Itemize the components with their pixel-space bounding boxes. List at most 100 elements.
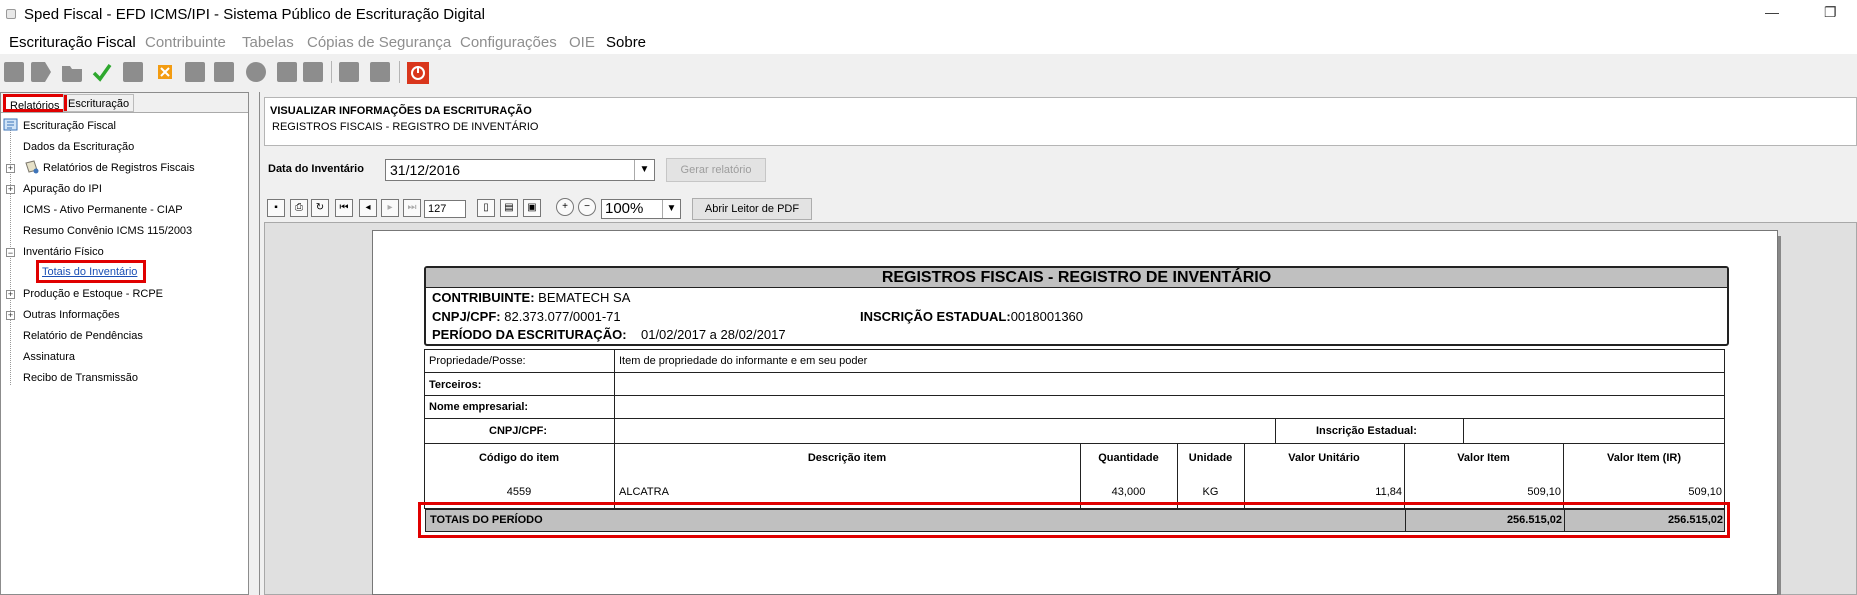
row-divider [424,372,1725,373]
col-header-valor-item-ir: Valor Item (IR) [1607,452,1681,464]
print-icon[interactable]: ⎙ [290,199,308,217]
panel-splitter[interactable] [250,92,258,595]
tree-item-relatorios-registros[interactable]: Relatórios de Registros Fiscais [43,162,195,174]
cell-valor-item: 509,10 [1527,486,1561,498]
page-number-input[interactable] [424,200,466,218]
date-select[interactable]: 31/12/2016 ▼ [385,159,655,181]
delete-icon[interactable] [155,62,175,82]
terceiros-label: Terceiros: [429,379,482,391]
collapse-icon[interactable]: − [6,248,15,258]
backup-icon[interactable] [339,62,359,82]
zoom-value: 100% [605,200,644,217]
last-page-icon[interactable]: ⏭ [403,199,421,217]
propriedade-label: Propriedade/Posse: [429,355,526,367]
exit-power-icon[interactable] [407,62,429,84]
menu-oie[interactable]: OIE [569,34,595,51]
tab-escrituracao[interactable]: Escrituração [63,94,135,112]
edit-icon[interactable] [185,62,205,82]
prev-page-icon[interactable]: ◂ [359,199,377,217]
menu-bar: Escrituração Fiscal Contribuinte Tabelas… [0,30,1857,54]
menu-sobre[interactable]: Sobre [606,34,646,51]
row-divider [424,395,1725,396]
col-divider [614,349,615,509]
restore-button[interactable]: ❐ [1824,4,1837,21]
refresh-icon[interactable]: ↻ [311,199,329,217]
chevron-down-icon[interactable]: ▼ [634,160,654,180]
import-icon[interactable] [31,62,51,82]
tree-item-apuracao-ipi[interactable]: Apuração do IPI [23,183,102,195]
save-icon[interactable]: ▪ [267,199,285,217]
cell-codigo: 4559 [506,486,532,498]
window-title: Sped Fiscal - EFD ICMS/IPI - Sistema Púb… [24,6,485,23]
ie-value: 0018001360 [1010,309,1084,324]
ie-label: INSCRIÇÃO ESTADUAL: [860,309,1011,324]
menu-configuracoes[interactable]: Configurações [460,34,557,51]
main-toolbar [0,56,1857,88]
expand-icon[interactable]: + [6,164,15,173]
transmit-icon[interactable] [277,62,297,82]
zoom-select[interactable]: 100% ▼ [601,199,681,219]
propriedade-value: Item de propriedade do informante e em s… [619,355,868,367]
tree-item-inventario[interactable]: Inventário Físico [23,246,104,258]
nome-empresarial-label: Nome empresarial: [429,401,529,413]
left-tabs: Relatórios Escrituração [1,93,248,113]
menu-escrituracao-fiscal[interactable]: Escrituração Fiscal [9,34,136,51]
cnpj-value: 82.373.077/0001-71 [504,309,621,324]
chevron-down-icon[interactable]: ▼ [662,200,680,218]
cnpj-label: CNPJ/CPF: [432,309,501,324]
fit-width-icon[interactable]: ▤ [500,199,518,217]
col-divider [1275,418,1276,443]
tree-root[interactable]: Escrituração Fiscal [23,120,116,132]
tree-item-dados[interactable]: Dados da Escrituração [23,141,134,153]
report-header: REGISTROS FISCAIS - REGISTRO DE INVENTÁR… [424,266,1729,346]
minimize-button[interactable]: — [1765,4,1779,20]
highlight-box [418,502,1730,538]
report-title: REGISTROS FISCAIS - REGISTRO DE INVENTÁR… [426,268,1727,288]
next-page-icon[interactable]: ▸ [381,199,399,217]
fit-page-icon[interactable]: ▣ [523,199,541,217]
cell-unidade: KG [1202,486,1219,498]
cell-valor-unitario: 11,84 [1375,486,1402,498]
tree-item-assinatura[interactable]: Assinatura [23,351,75,363]
cell-descricao: ALCATRA [619,486,669,498]
tree-item-totais-inventario[interactable]: Totais do Inventário [42,266,137,278]
app-icon [6,9,16,19]
tree-item-producao[interactable]: Produção e Estoque - RCPE [23,288,163,300]
tree-item-ciap[interactable]: ICMS - Ativo Permanente - CIAP [23,204,183,216]
expand-icon[interactable]: + [6,311,15,320]
toolbar-separator [331,61,332,83]
menu-contribuinte[interactable]: Contribuinte [145,34,226,51]
globe-icon[interactable] [246,62,266,82]
open-folder-icon[interactable] [62,66,82,82]
expand-icon[interactable]: + [6,185,15,194]
row-divider [424,443,1725,444]
zoom-out-icon[interactable]: − [578,198,596,216]
col-header-descricao: Descrição item [807,452,887,464]
menu-copias-seguranca[interactable]: Cópias de Segurança [307,34,451,51]
open-pdf-button[interactable]: Abrir Leitor de PDF [692,198,812,220]
document-icon[interactable] [123,62,143,82]
col-header-quantidade: Quantidade [1098,452,1159,464]
restore-backup-icon[interactable] [370,62,390,82]
cell-quantidade: 43,000 [1111,486,1146,498]
expand-icon[interactable]: + [6,290,15,299]
info-subtitle: REGISTROS FISCAIS - REGISTRO DE INVENTÁR… [272,121,539,133]
tree-item-outras[interactable]: Outras Informações [23,309,120,321]
validate-check-icon[interactable] [92,62,112,82]
menu-tabelas[interactable]: Tabelas [242,34,294,51]
new-file-icon[interactable] [4,62,24,82]
contribuinte-value: BEMATECH SA [538,290,631,305]
zoom-in-icon[interactable]: + [556,198,574,216]
first-page-icon[interactable]: ⏮ [335,199,353,217]
col-header-unidade: Unidade [1188,452,1233,464]
receipt-icon[interactable] [303,62,323,82]
tab-relatorios[interactable]: Relatórios [3,94,67,112]
single-page-icon[interactable]: ▯ [477,199,495,217]
sign-icon[interactable] [214,62,234,82]
toolbar-separator [399,61,400,83]
tree-item-convenio[interactable]: Resumo Convênio ICMS 115/2003 [23,225,192,237]
tree-item-recibo[interactable]: Recibo de Transmissão [23,372,138,384]
info-title: VISUALIZAR INFORMAÇÕES DA ESCRITURAÇÃO [270,105,532,117]
tree-item-pendencias[interactable]: Relatório de Pendências [23,330,143,342]
generate-report-button[interactable]: Gerar relatório [666,158,766,182]
